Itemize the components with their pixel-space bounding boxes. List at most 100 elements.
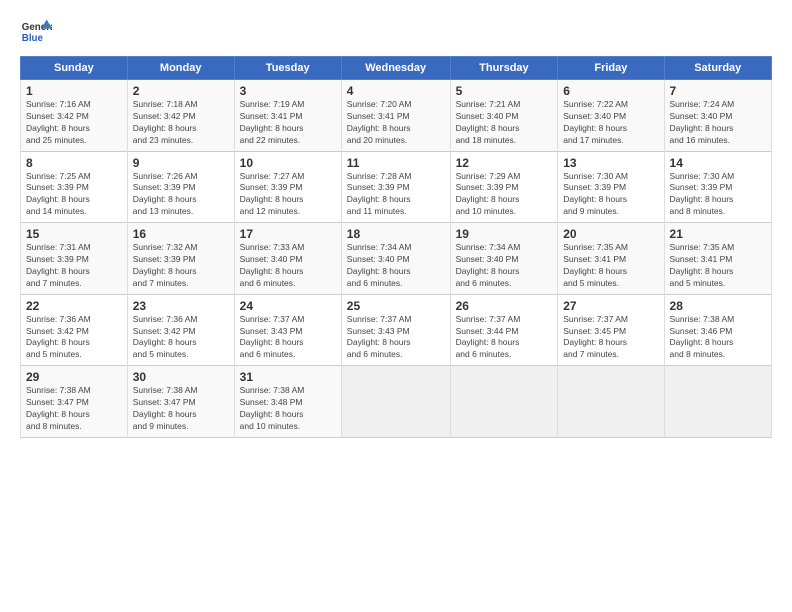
day-info: Sunrise: 7:34 AMSunset: 3:40 PMDaylight:… xyxy=(347,242,445,290)
calendar-cell: 30 Sunrise: 7:38 AMSunset: 3:47 PMDaylig… xyxy=(127,366,234,438)
calendar-cell: 17 Sunrise: 7:33 AMSunset: 3:40 PMDaylig… xyxy=(234,223,341,295)
calendar-cell: 18 Sunrise: 7:34 AMSunset: 3:40 PMDaylig… xyxy=(341,223,450,295)
day-number: 2 xyxy=(133,84,229,98)
svg-text:Blue: Blue xyxy=(22,33,44,44)
day-number: 29 xyxy=(26,370,122,384)
day-number: 8 xyxy=(26,156,122,170)
day-info: Sunrise: 7:21 AMSunset: 3:40 PMDaylight:… xyxy=(456,99,553,147)
calendar-cell: 6 Sunrise: 7:22 AMSunset: 3:40 PMDayligh… xyxy=(558,80,664,152)
day-number: 12 xyxy=(456,156,553,170)
calendar-cell xyxy=(341,366,450,438)
day-info: Sunrise: 7:28 AMSunset: 3:39 PMDaylight:… xyxy=(347,171,445,219)
weekday-header-saturday: Saturday xyxy=(664,57,771,80)
day-info: Sunrise: 7:33 AMSunset: 3:40 PMDaylight:… xyxy=(240,242,336,290)
day-number: 26 xyxy=(456,299,553,313)
calendar-cell xyxy=(558,366,664,438)
calendar-week-row: 15 Sunrise: 7:31 AMSunset: 3:39 PMDaylig… xyxy=(21,223,772,295)
calendar-cell: 3 Sunrise: 7:19 AMSunset: 3:41 PMDayligh… xyxy=(234,80,341,152)
weekday-header-row: SundayMondayTuesdayWednesdayThursdayFrid… xyxy=(21,57,772,80)
calendar-week-row: 22 Sunrise: 7:36 AMSunset: 3:42 PMDaylig… xyxy=(21,294,772,366)
calendar-cell: 27 Sunrise: 7:37 AMSunset: 3:45 PMDaylig… xyxy=(558,294,664,366)
day-info: Sunrise: 7:29 AMSunset: 3:39 PMDaylight:… xyxy=(456,171,553,219)
day-number: 13 xyxy=(563,156,658,170)
day-number: 3 xyxy=(240,84,336,98)
logo-icon: General Blue xyxy=(20,16,52,48)
day-info: Sunrise: 7:38 AMSunset: 3:47 PMDaylight:… xyxy=(26,385,122,433)
day-info: Sunrise: 7:35 AMSunset: 3:41 PMDaylight:… xyxy=(670,242,766,290)
calendar-cell: 26 Sunrise: 7:37 AMSunset: 3:44 PMDaylig… xyxy=(450,294,558,366)
calendar-cell: 24 Sunrise: 7:37 AMSunset: 3:43 PMDaylig… xyxy=(234,294,341,366)
calendar-week-row: 29 Sunrise: 7:38 AMSunset: 3:47 PMDaylig… xyxy=(21,366,772,438)
day-number: 16 xyxy=(133,227,229,241)
calendar-cell: 12 Sunrise: 7:29 AMSunset: 3:39 PMDaylig… xyxy=(450,151,558,223)
calendar-cell: 10 Sunrise: 7:27 AMSunset: 3:39 PMDaylig… xyxy=(234,151,341,223)
weekday-header-thursday: Thursday xyxy=(450,57,558,80)
calendar-week-row: 8 Sunrise: 7:25 AMSunset: 3:39 PMDayligh… xyxy=(21,151,772,223)
day-info: Sunrise: 7:26 AMSunset: 3:39 PMDaylight:… xyxy=(133,171,229,219)
day-info: Sunrise: 7:36 AMSunset: 3:42 PMDaylight:… xyxy=(133,314,229,362)
day-info: Sunrise: 7:16 AMSunset: 3:42 PMDaylight:… xyxy=(26,99,122,147)
calendar-cell: 9 Sunrise: 7:26 AMSunset: 3:39 PMDayligh… xyxy=(127,151,234,223)
day-number: 31 xyxy=(240,370,336,384)
calendar-table: SundayMondayTuesdayWednesdayThursdayFrid… xyxy=(20,56,772,438)
calendar-cell: 4 Sunrise: 7:20 AMSunset: 3:41 PMDayligh… xyxy=(341,80,450,152)
day-info: Sunrise: 7:38 AMSunset: 3:47 PMDaylight:… xyxy=(133,385,229,433)
calendar-cell: 19 Sunrise: 7:34 AMSunset: 3:40 PMDaylig… xyxy=(450,223,558,295)
calendar-week-row: 1 Sunrise: 7:16 AMSunset: 3:42 PMDayligh… xyxy=(21,80,772,152)
day-info: Sunrise: 7:36 AMSunset: 3:42 PMDaylight:… xyxy=(26,314,122,362)
weekday-header-sunday: Sunday xyxy=(21,57,128,80)
day-info: Sunrise: 7:30 AMSunset: 3:39 PMDaylight:… xyxy=(563,171,658,219)
day-info: Sunrise: 7:18 AMSunset: 3:42 PMDaylight:… xyxy=(133,99,229,147)
calendar-cell xyxy=(450,366,558,438)
day-number: 10 xyxy=(240,156,336,170)
day-number: 23 xyxy=(133,299,229,313)
calendar-cell: 29 Sunrise: 7:38 AMSunset: 3:47 PMDaylig… xyxy=(21,366,128,438)
day-number: 17 xyxy=(240,227,336,241)
day-info: Sunrise: 7:32 AMSunset: 3:39 PMDaylight:… xyxy=(133,242,229,290)
day-number: 5 xyxy=(456,84,553,98)
day-number: 20 xyxy=(563,227,658,241)
day-info: Sunrise: 7:37 AMSunset: 3:43 PMDaylight:… xyxy=(240,314,336,362)
day-number: 1 xyxy=(26,84,122,98)
day-number: 22 xyxy=(26,299,122,313)
day-info: Sunrise: 7:38 AMSunset: 3:48 PMDaylight:… xyxy=(240,385,336,433)
calendar-cell: 13 Sunrise: 7:30 AMSunset: 3:39 PMDaylig… xyxy=(558,151,664,223)
calendar-cell: 15 Sunrise: 7:31 AMSunset: 3:39 PMDaylig… xyxy=(21,223,128,295)
page: General Blue SundayMondayTuesdayWednesda… xyxy=(0,0,792,448)
day-info: Sunrise: 7:37 AMSunset: 3:45 PMDaylight:… xyxy=(563,314,658,362)
day-info: Sunrise: 7:19 AMSunset: 3:41 PMDaylight:… xyxy=(240,99,336,147)
calendar-cell: 2 Sunrise: 7:18 AMSunset: 3:42 PMDayligh… xyxy=(127,80,234,152)
calendar-cell: 22 Sunrise: 7:36 AMSunset: 3:42 PMDaylig… xyxy=(21,294,128,366)
calendar-cell: 8 Sunrise: 7:25 AMSunset: 3:39 PMDayligh… xyxy=(21,151,128,223)
calendar-cell: 11 Sunrise: 7:28 AMSunset: 3:39 PMDaylig… xyxy=(341,151,450,223)
day-info: Sunrise: 7:34 AMSunset: 3:40 PMDaylight:… xyxy=(456,242,553,290)
day-info: Sunrise: 7:35 AMSunset: 3:41 PMDaylight:… xyxy=(563,242,658,290)
day-number: 11 xyxy=(347,156,445,170)
day-info: Sunrise: 7:22 AMSunset: 3:40 PMDaylight:… xyxy=(563,99,658,147)
day-info: Sunrise: 7:31 AMSunset: 3:39 PMDaylight:… xyxy=(26,242,122,290)
weekday-header-monday: Monday xyxy=(127,57,234,80)
calendar-cell: 14 Sunrise: 7:30 AMSunset: 3:39 PMDaylig… xyxy=(664,151,771,223)
day-number: 19 xyxy=(456,227,553,241)
day-info: Sunrise: 7:37 AMSunset: 3:44 PMDaylight:… xyxy=(456,314,553,362)
day-number: 30 xyxy=(133,370,229,384)
day-number: 15 xyxy=(26,227,122,241)
weekday-header-tuesday: Tuesday xyxy=(234,57,341,80)
calendar-cell xyxy=(664,366,771,438)
calendar-cell: 23 Sunrise: 7:36 AMSunset: 3:42 PMDaylig… xyxy=(127,294,234,366)
logo: General Blue xyxy=(20,16,52,48)
day-number: 28 xyxy=(670,299,766,313)
day-info: Sunrise: 7:37 AMSunset: 3:43 PMDaylight:… xyxy=(347,314,445,362)
day-number: 27 xyxy=(563,299,658,313)
day-number: 14 xyxy=(670,156,766,170)
weekday-header-wednesday: Wednesday xyxy=(341,57,450,80)
day-info: Sunrise: 7:24 AMSunset: 3:40 PMDaylight:… xyxy=(670,99,766,147)
day-info: Sunrise: 7:25 AMSunset: 3:39 PMDaylight:… xyxy=(26,171,122,219)
day-info: Sunrise: 7:30 AMSunset: 3:39 PMDaylight:… xyxy=(670,171,766,219)
header: General Blue xyxy=(20,16,772,48)
day-info: Sunrise: 7:27 AMSunset: 3:39 PMDaylight:… xyxy=(240,171,336,219)
calendar-cell: 25 Sunrise: 7:37 AMSunset: 3:43 PMDaylig… xyxy=(341,294,450,366)
calendar-cell: 5 Sunrise: 7:21 AMSunset: 3:40 PMDayligh… xyxy=(450,80,558,152)
day-number: 25 xyxy=(347,299,445,313)
calendar-cell: 7 Sunrise: 7:24 AMSunset: 3:40 PMDayligh… xyxy=(664,80,771,152)
